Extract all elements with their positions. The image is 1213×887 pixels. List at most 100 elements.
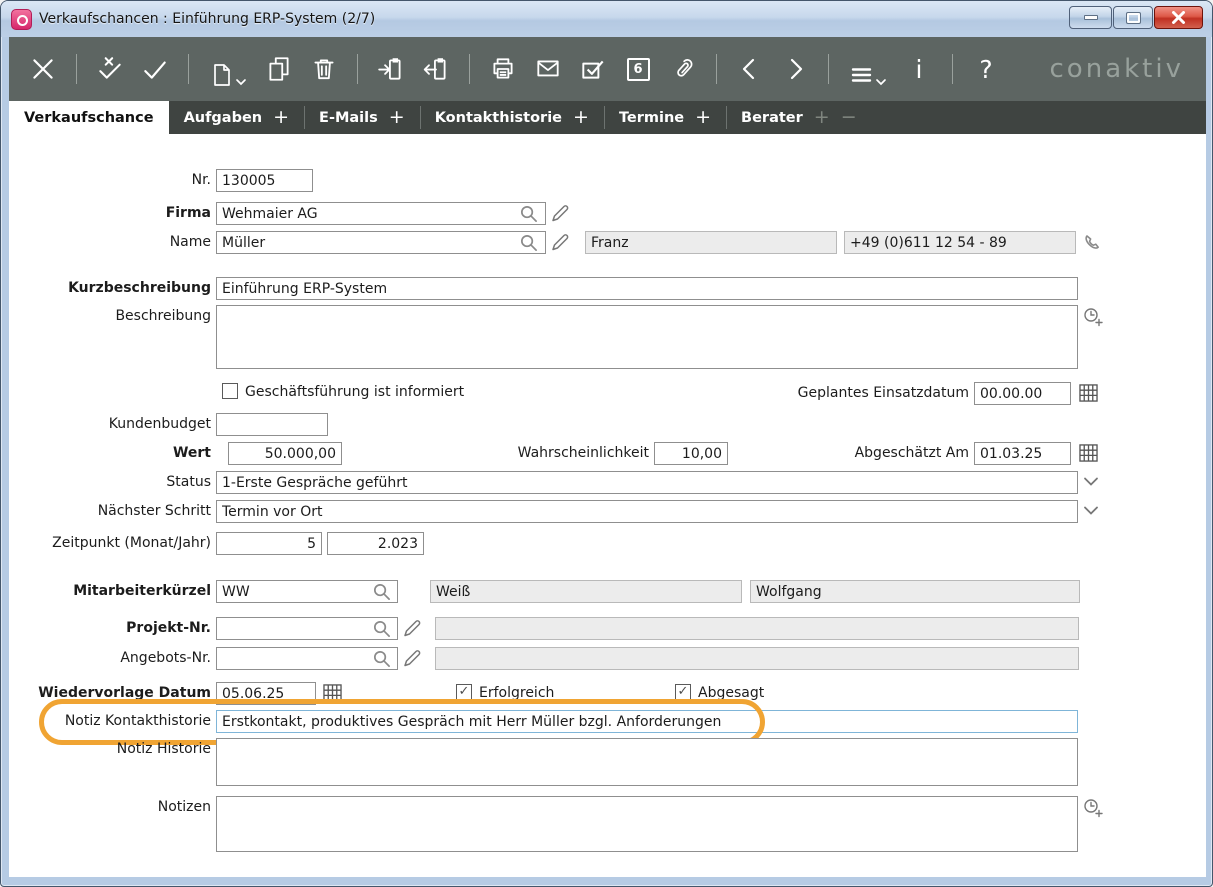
close-button[interactable] xyxy=(1154,6,1203,29)
status-field[interactable] xyxy=(216,471,1078,494)
paperclip-icon xyxy=(669,55,697,83)
projekt-search-icon[interactable] xyxy=(372,619,391,638)
export-button[interactable] xyxy=(418,50,454,88)
minimize-icon xyxy=(1084,15,1098,20)
next-record-button[interactable] xyxy=(777,50,813,88)
info-button[interactable]: i xyxy=(901,50,937,88)
erfolgreich-label: Erfolgreich xyxy=(479,682,554,705)
phone-icon[interactable] xyxy=(1083,233,1103,253)
print-button[interactable] xyxy=(485,50,521,88)
erfolgreich-checkbox[interactable] xyxy=(456,684,472,700)
wahrscheinlichkeit-field[interactable] xyxy=(654,442,728,465)
status-label: Status xyxy=(166,471,211,494)
menu-button[interactable] xyxy=(844,50,892,88)
tab-kontakthistorie[interactable]: Kontakthistorie + xyxy=(420,101,604,134)
send-mail-button[interactable] xyxy=(530,50,566,88)
selection-count-button[interactable]: 6 xyxy=(620,50,656,88)
notiz-kontakthistorie-label: Notiz Kontakthistorie xyxy=(65,710,211,733)
calendar-icon[interactable] xyxy=(1079,444,1098,462)
kundenbudget-label: Kundenbudget xyxy=(109,413,211,436)
add-tab-icon[interactable]: + xyxy=(573,108,589,127)
name-edit-icon[interactable] xyxy=(550,232,570,252)
beschreibung-field[interactable] xyxy=(216,305,1078,369)
angebots-nr-field[interactable] xyxy=(216,647,398,670)
duplicate-record-button[interactable] xyxy=(261,50,297,88)
tab-verkaufschance[interactable]: Verkaufschance xyxy=(9,101,169,134)
naechster-schritt-field[interactable] xyxy=(216,500,1078,523)
help-button[interactable]: ? xyxy=(968,50,1004,88)
zeitpunkt-monat-field[interactable] xyxy=(216,532,322,555)
minimize-button[interactable] xyxy=(1069,6,1112,29)
previous-record-button[interactable] xyxy=(732,50,768,88)
app-window: Verkaufschancen : Einführung ERP-System … xyxy=(0,0,1213,887)
add-tab-icon[interactable]: + xyxy=(273,108,289,127)
geplantes-einsatzdatum-label: Geplantes Einsatzdatum xyxy=(798,382,969,405)
wiedervorlage-datum-label: Wiedervorlage Datum xyxy=(38,682,211,705)
toolbar-separator xyxy=(357,54,358,84)
app-icon xyxy=(11,9,32,30)
maximize-button[interactable] xyxy=(1113,6,1153,29)
tab-aufgaben[interactable]: Aufgaben + xyxy=(169,101,304,134)
notizen-timestamp-icon[interactable] xyxy=(1082,797,1104,819)
projekt-edit-icon[interactable] xyxy=(402,618,422,638)
firma-edit-icon[interactable] xyxy=(550,203,570,223)
status-dropdown-icon[interactable] xyxy=(1083,476,1099,488)
firma-search-icon[interactable] xyxy=(519,204,538,223)
notizen-field[interactable] xyxy=(216,796,1078,852)
tab-emails[interactable]: E-Mails + xyxy=(304,101,420,134)
kurzbeschreibung-field[interactable] xyxy=(216,277,1078,300)
mitarbeiter-search-icon[interactable] xyxy=(372,582,391,601)
notiz-kontakthistorie-field[interactable] xyxy=(216,710,1078,733)
printer-icon xyxy=(489,55,517,83)
confirm-button[interactable] xyxy=(137,50,173,88)
mail-icon xyxy=(534,55,562,83)
add-tab-icon[interactable]: + xyxy=(389,108,405,127)
maximize-icon xyxy=(1127,13,1140,23)
toolbar-separator xyxy=(469,54,470,84)
angebots-search-icon[interactable] xyxy=(372,649,391,668)
naechster-schritt-dropdown-icon[interactable] xyxy=(1083,505,1099,517)
conaktiv-logo: conaktiv xyxy=(1050,54,1190,84)
cancel-close-button[interactable] xyxy=(25,50,61,88)
tab-label: Aufgaben xyxy=(184,110,263,126)
name-field[interactable] xyxy=(216,231,546,254)
new-record-button[interactable] xyxy=(204,50,252,88)
beschreibung-timestamp-icon[interactable] xyxy=(1082,306,1104,328)
wert-field[interactable] xyxy=(228,442,342,465)
tab-termine[interactable]: Termine + xyxy=(604,101,726,134)
firma-label: Firma xyxy=(166,202,211,225)
select-record-button[interactable] xyxy=(575,50,611,88)
first-name-field xyxy=(585,231,837,254)
gf-informiert-checkbox[interactable] xyxy=(222,383,238,399)
abgeschaetzt-am-field[interactable] xyxy=(974,442,1071,465)
geplantes-einsatzdatum-field[interactable] xyxy=(974,382,1071,405)
wiedervorlage-datum-field[interactable] xyxy=(216,682,316,705)
tab-berater[interactable]: Berater + − xyxy=(726,101,872,134)
chevron-down-icon xyxy=(875,76,887,88)
title-bar[interactable]: Verkaufschancen : Einführung ERP-System … xyxy=(1,1,1212,37)
angebots-edit-icon[interactable] xyxy=(402,648,422,668)
remove-tab-icon: − xyxy=(841,108,857,127)
nr-field[interactable] xyxy=(216,169,313,192)
notiz-historie-field[interactable] xyxy=(216,738,1078,786)
projekt-nr-field[interactable] xyxy=(216,617,398,640)
zeitpunkt-jahr-field[interactable] xyxy=(327,532,424,555)
kundenbudget-field[interactable] xyxy=(216,413,328,436)
phone-field xyxy=(844,231,1076,254)
mitarbeiterkuerzel-field[interactable] xyxy=(216,580,398,603)
name-search-icon[interactable] xyxy=(519,233,538,252)
attachment-button[interactable] xyxy=(665,50,701,88)
add-tab-icon[interactable]: + xyxy=(695,108,711,127)
firma-field[interactable] xyxy=(216,202,546,225)
calendar-icon[interactable] xyxy=(1079,384,1098,402)
abgesagt-checkbox[interactable] xyxy=(675,684,691,700)
abgesagt-label: Abgesagt xyxy=(698,682,764,705)
delete-record-button[interactable] xyxy=(306,50,342,88)
check-icon xyxy=(141,55,169,83)
calendar-icon[interactable] xyxy=(323,684,342,702)
tab-label: E-Mails xyxy=(319,110,378,126)
confirm-close-button[interactable] xyxy=(92,50,128,88)
import-button[interactable] xyxy=(373,50,409,88)
gf-informiert-label: Geschäftsführung ist informiert xyxy=(245,381,464,404)
chevron-down-icon xyxy=(235,76,247,88)
